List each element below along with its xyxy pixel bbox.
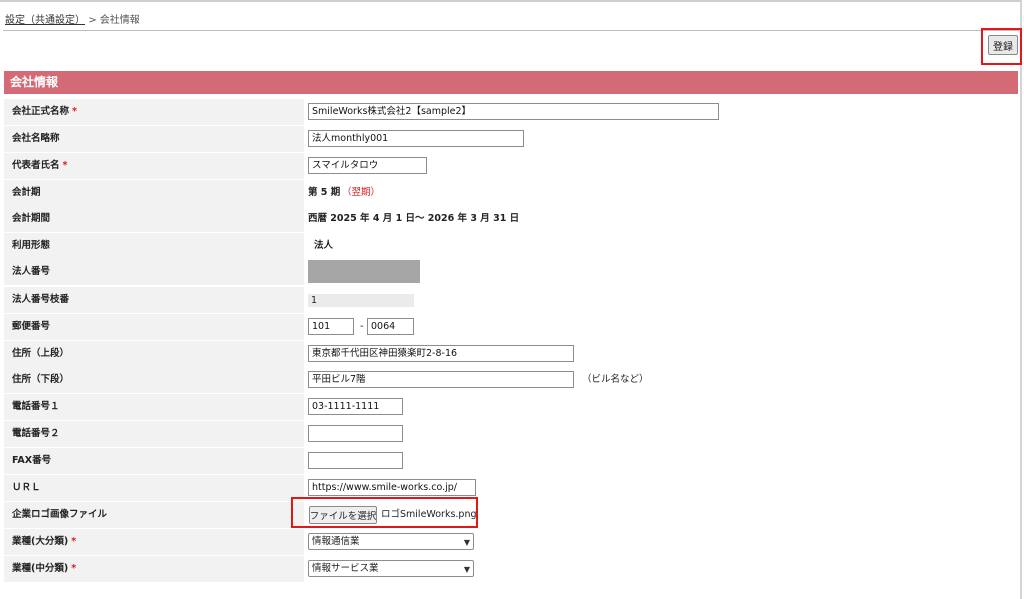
top-border: [0, 0, 1021, 2]
field-label: 代表者氏名 *: [4, 153, 304, 179]
logo-file-highlight: [291, 497, 478, 528]
breadcrumb-parent-link[interactable]: 設定（共通設定）: [5, 15, 85, 26]
phone1-input[interactable]: 03-1111-1111: [308, 398, 403, 415]
fiscal-range-value: 西暦 2025 年 4 月 1 日～ 2026 年 3 月 31 日: [308, 213, 520, 224]
row-fiscal-range: 会計期間 西暦 2025 年 4 月 1 日～ 2026 年 3 月 31 日: [4, 206, 1018, 232]
corp-number-redacted: [308, 260, 420, 283]
industry-major-value: 情報通信業: [312, 536, 360, 547]
section-title: 会社情報: [4, 71, 1018, 94]
field-label: 会社名略称: [4, 126, 304, 152]
short-name-input[interactable]: 法人monthly001: [308, 130, 524, 147]
industry-mid-select[interactable]: 情報サービス業 ▼: [308, 560, 474, 577]
field-label: 電話番号１: [4, 394, 304, 420]
row-short-name: 会社名略称 法人monthly001: [4, 126, 1018, 152]
row-corp-branch: 法人番号枝番 1: [4, 287, 1018, 313]
fiscal-period-note: （翌期）: [342, 187, 381, 198]
chevron-down-icon: ▼: [463, 538, 470, 547]
field-label: 郵便番号: [4, 314, 304, 340]
row-fax: FAX番号: [4, 448, 1018, 474]
row-official-name: 会社正式名称 * SmileWorks株式会社2【sample2】: [4, 99, 1018, 125]
row-phone2: 電話番号２: [4, 421, 1018, 447]
breadcrumb-separator: >: [88, 15, 97, 26]
representative-input[interactable]: スマイルタロウ: [308, 157, 427, 174]
header-divider: [3, 30, 1019, 31]
required-mark: *: [71, 536, 77, 547]
postal-first-input[interactable]: 101: [308, 318, 354, 335]
fax-input[interactable]: [308, 452, 403, 469]
url-input[interactable]: https://www.smile-works.co.jp/: [308, 479, 476, 496]
field-label: 会計期間: [4, 206, 304, 232]
field-label: FAX番号: [4, 448, 304, 474]
row-address1: 住所（上段） 東京都千代田区神田猿楽町2-8-16: [4, 341, 1018, 367]
required-mark: *: [72, 106, 77, 117]
phone2-input[interactable]: [308, 425, 403, 442]
save-button-highlight: [981, 28, 1022, 65]
row-usage-type: 利用形態 法人: [4, 233, 1018, 259]
required-mark: *: [62, 160, 68, 171]
breadcrumb-current: 会社情報: [99, 15, 140, 26]
field-label: 会社正式名称 *: [4, 99, 304, 125]
row-postal: 郵便番号 101 - 0064: [4, 314, 1018, 340]
address1-input[interactable]: 東京都千代田区神田猿楽町2-8-16: [308, 345, 574, 362]
row-address2: 住所（下段） 平田ビル7階 （ビル名など）: [4, 367, 1018, 393]
industry-major-select[interactable]: 情報通信業 ▼: [308, 533, 474, 550]
row-url: ＵＲＬ https://www.smile-works.co.jp/: [4, 475, 1018, 501]
row-fiscal-period: 会計期 第 5 期 （翌期）: [4, 180, 1018, 206]
row-industry-major: 業種(大分類) * 情報通信業 ▼: [4, 529, 1018, 555]
field-label: 企業ロゴ画像ファイル: [4, 502, 304, 528]
fiscal-period-value: 第 5 期: [308, 187, 341, 198]
row-representative: 代表者氏名 * スマイルタロウ: [4, 153, 1018, 179]
field-label: ＵＲＬ: [4, 475, 304, 501]
row-corp-number: 法人番号: [4, 259, 1018, 285]
breadcrumb: 設定（共通設定） > 会社情報: [5, 11, 140, 26]
required-mark: *: [71, 563, 77, 574]
usage-type-value: 法人: [314, 240, 334, 251]
field-label: 業種(中分類) *: [4, 556, 304, 582]
field-label: 住所（上段）: [4, 341, 304, 367]
row-phone1: 電話番号１ 03-1111-1111: [4, 394, 1018, 420]
field-label: 業種(大分類) *: [4, 529, 304, 555]
field-label: 利用形態: [4, 233, 304, 259]
chevron-down-icon: ▼: [463, 565, 470, 574]
official-name-input[interactable]: SmileWorks株式会社2【sample2】: [308, 103, 719, 120]
field-label: 住所（下段）: [4, 367, 304, 393]
right-border: [1020, 0, 1022, 599]
postal-separator: -: [360, 321, 364, 332]
industry-mid-value: 情報サービス業: [312, 563, 379, 574]
address2-input[interactable]: 平田ビル7階: [308, 371, 574, 388]
field-label: 電話番号２: [4, 421, 304, 447]
address2-hint: （ビル名など）: [582, 374, 649, 385]
field-label: 会計期: [4, 180, 304, 206]
row-industry-mid: 業種(中分類) * 情報サービス業 ▼: [4, 556, 1018, 582]
field-label: 法人番号: [4, 259, 304, 285]
row-logo-file: 企業ロゴ画像ファイル ファイルを選択 ロゴSmileWorks.png: [4, 502, 1018, 528]
postal-second-input[interactable]: 0064: [367, 318, 414, 335]
field-label: 法人番号枝番: [4, 287, 304, 313]
corp-branch-field: 1: [308, 294, 414, 307]
